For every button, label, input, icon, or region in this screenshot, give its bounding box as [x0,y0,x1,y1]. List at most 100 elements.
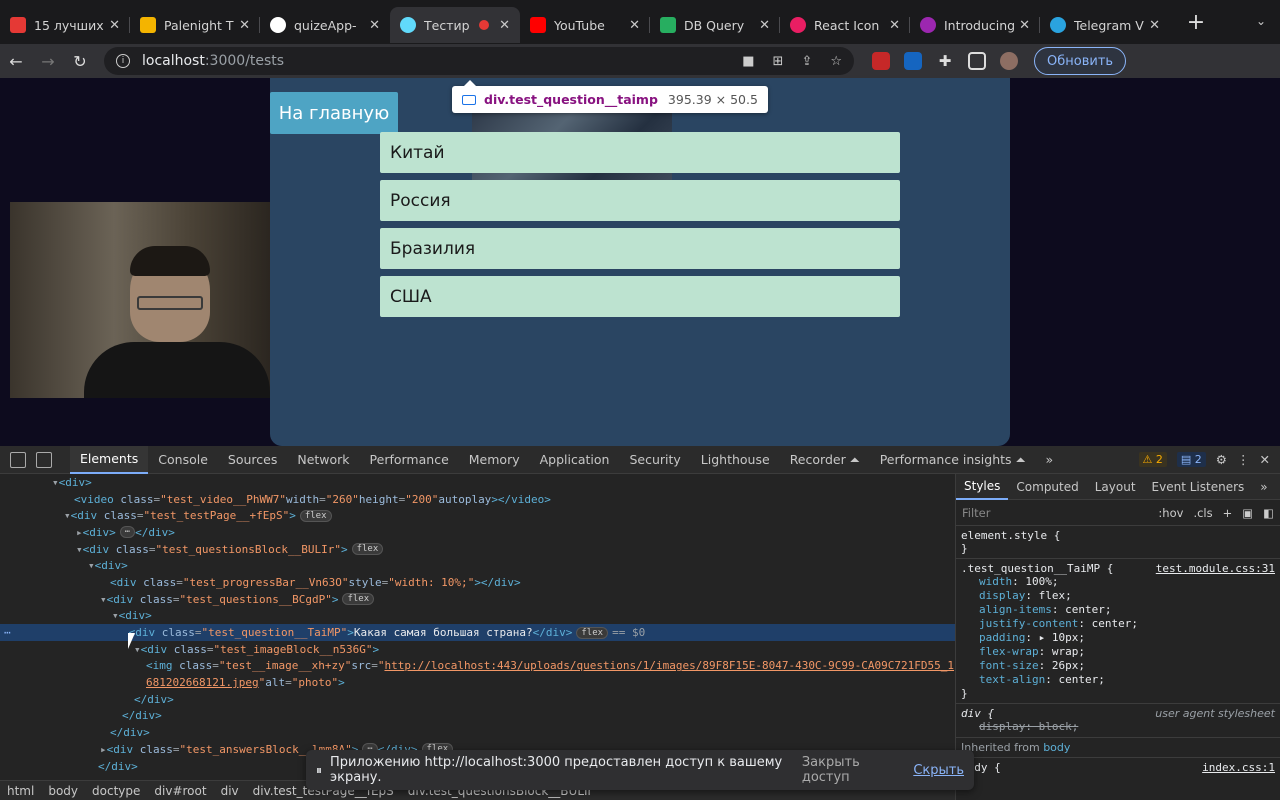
answer-option[interactable]: Китай [380,132,900,173]
tab-styles[interactable]: Styles [956,474,1009,500]
hide-button[interactable]: Скрыть [913,763,974,778]
tab-9[interactable]: Telegram V ✕ [1040,7,1170,43]
tab-computed[interactable]: Computed [1008,474,1086,500]
tab-1[interactable]: 15 лучших ✕ [0,7,130,43]
tab-console[interactable]: Console [148,446,218,474]
star-icon[interactable]: ☆ [830,54,842,69]
css-rule[interactable]: .test_question__TaiMP { test.module.css:… [956,559,1280,704]
sidebar-toggle-icon[interactable]: ◧ [1263,506,1274,520]
tab-security[interactable]: Security [619,446,690,474]
breadcrumb-item[interactable]: div [214,784,246,798]
dom-node[interactable]: </div> [0,708,955,725]
update-button[interactable]: Обновить [1034,47,1127,75]
breadcrumb-item[interactable]: body [41,784,85,798]
breadcrumb-item[interactable]: doctype [85,784,147,798]
close-icon[interactable]: ✕ [889,18,900,33]
dom-node[interactable]: ▾ <div> [0,608,955,625]
rule-source-link[interactable]: test.module.css:31 [1156,562,1275,575]
more-icon[interactable]: ⋮ [1237,452,1250,467]
cls-toggle[interactable]: .cls [1193,506,1212,520]
filter-input[interactable]: Filter [962,506,990,520]
tab-4-active[interactable]: Тестир ✕ [390,7,520,43]
user-agent-rule[interactable]: div { user agent stylesheet display: blo… [956,704,1280,738]
css-property[interactable]: justify-content: center; [961,617,1275,631]
breadcrumb-item[interactable]: div#root [147,784,213,798]
answer-option[interactable]: Россия [380,180,900,221]
avatar[interactable] [1000,52,1018,70]
tab-event-listeners[interactable]: Event Listeners [1144,474,1253,500]
css-property[interactable]: flex-wrap: wrap; [961,645,1275,659]
element-style-rule[interactable]: element.style {} [956,526,1280,559]
tab-8[interactable]: Introducing ✕ [910,7,1040,43]
more-tabs-icon[interactable]: » [1036,446,1064,474]
camera-icon[interactable]: ■ [742,54,754,69]
dom-node[interactable]: 681202668121.jpeg " alt = " photo " > [0,674,955,691]
css-property[interactable]: font-size: 26px; [961,659,1275,673]
answer-option[interactable]: США [380,276,900,317]
chevron-down-icon[interactable]: ⌄ [1256,14,1266,28]
dom-node-selected[interactable]: ⋯ <div class = " test_question__TaiMP " > Какая… [0,624,955,641]
close-icon[interactable]: ✕ [1260,452,1270,467]
sidepanel-icon[interactable] [968,52,986,70]
share-icon[interactable]: ⇪ [801,54,812,69]
tab-network[interactable]: Network [287,446,359,474]
styles-filter[interactable]: Filter :hov .cls + ▣ ◧ [956,500,1280,526]
dom-node[interactable]: ▾ <div class = " test_testPage__+fEpS " > flex [0,507,955,524]
tab-5[interactable]: YouTube ✕ [520,7,650,43]
dom-node[interactable]: ▾ <div class = " test_questionsBlock__BULIr "… [0,541,955,558]
elements-tree[interactable]: ▾ <div> <video class = " test_video__PhWW7 " … [0,474,955,774]
close-icon[interactable]: ✕ [1149,18,1160,33]
add-rule-button[interactable]: + [1223,506,1233,520]
address-bar[interactable]: i localhost:3000/tests ■ ⊞ ⇪ ☆ [104,47,854,75]
css-property[interactable]: display: flex; [961,589,1275,603]
dom-node[interactable]: </div> [0,724,955,741]
tab-3[interactable]: quizeApp- ✕ [260,7,390,43]
tab-lighthouse[interactable]: Lighthouse [691,446,780,474]
tab-elements[interactable]: Elements [70,445,149,474]
new-tab-button[interactable]: + [1178,4,1214,40]
close-icon[interactable]: ✕ [629,18,640,33]
extension-icon[interactable] [904,52,922,70]
stop-sharing-button[interactable]: Закрыть доступ [790,755,913,785]
more-tabs-icon[interactable]: » [1252,474,1275,500]
close-icon[interactable]: ✕ [499,18,510,33]
dom-node[interactable]: ▸ <div> ⋯ </div> [0,524,955,541]
extension-icon[interactable] [872,52,890,70]
css-property[interactable]: padding: ▸ 10px; [961,631,1275,645]
dom-node[interactable]: ▾ <div class = " test_questions__BCgdP " > flex [0,591,955,608]
info-icon[interactable]: i [116,54,130,68]
warning-badge[interactable]: ⚠ 2 [1138,452,1167,467]
tab-layout[interactable]: Layout [1087,474,1144,500]
tab-recorder[interactable]: Recorder ⏶ [780,446,870,474]
dom-node[interactable]: <video class = " test_video__PhWW7 " width = "… [0,491,955,508]
dom-node[interactable]: ▾ <div class = " test_imageBlock__n536G " > [0,641,955,658]
dom-node[interactable]: ▾ <div> [0,474,955,491]
translate-icon[interactable]: ⊞ [773,54,784,69]
close-icon[interactable]: ✕ [759,18,770,33]
dom-node[interactable]: ▾ <div> [0,557,955,574]
tab-application[interactable]: Application [530,446,620,474]
close-icon[interactable]: ✕ [109,18,120,33]
tab-memory[interactable]: Memory [459,446,530,474]
answer-option[interactable]: Бразилия [380,228,900,269]
dom-node[interactable]: <img class = " test__image__xh+zy " src = " htt… [0,658,955,675]
device-toggle-icon[interactable] [36,451,52,468]
inspect-icon[interactable] [10,451,26,468]
reload-icon[interactable]: ↻ [64,52,96,71]
breadcrumb-item[interactable]: html [0,784,41,798]
tab-2[interactable]: Palenight T ✕ [130,7,260,43]
paint-icon[interactable]: ▣ [1242,506,1253,520]
back-arrow-icon[interactable]: ← [0,52,32,71]
tab-performance-insights[interactable]: Performance insights ⏶ [870,446,1036,474]
css-property-overridden[interactable]: display: block; [961,720,1275,734]
close-icon[interactable]: ✕ [1019,18,1030,33]
tab-7[interactable]: React Icon ✕ [780,7,910,43]
css-property[interactable]: text-align: center; [961,673,1275,687]
css-property[interactable]: align-items: center; [961,603,1275,617]
forward-arrow-icon[interactable]: → [32,52,64,71]
tab-6[interactable]: DB Query ✕ [650,7,780,43]
dom-node[interactable]: <div class = " test_progressBar__Vn63O " sty… [0,574,955,591]
puzzle-icon[interactable]: ✚ [936,52,954,70]
dom-node[interactable]: </div> [0,691,955,708]
css-rule[interactable]: body {index.css:1 [956,758,1280,777]
